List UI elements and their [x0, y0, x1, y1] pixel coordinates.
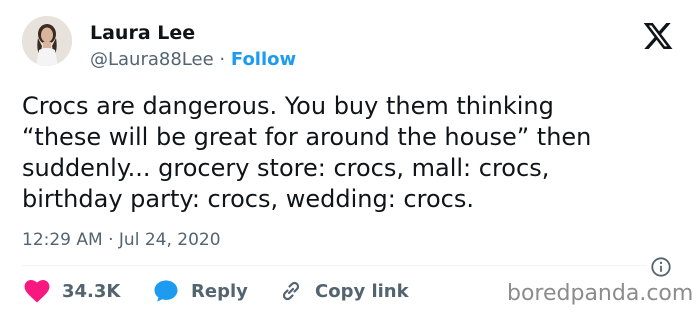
- heart-icon: [24, 279, 50, 303]
- author-meta: @Laura88Lee · Follow: [90, 48, 296, 72]
- like-count: 34.3K: [62, 280, 121, 302]
- reply-button[interactable]: Reply: [153, 277, 248, 305]
- info-icon[interactable]: [650, 256, 672, 278]
- x-logo-icon[interactable]: [641, 20, 675, 52]
- tweet-text: Crocs are dangerous. You buy them thinki…: [22, 92, 592, 213]
- reply-label: Reply: [191, 280, 248, 302]
- follow-button[interactable]: Follow: [231, 49, 296, 70]
- avatar[interactable]: [22, 16, 72, 66]
- author-handle[interactable]: @Laura88Lee: [90, 49, 214, 70]
- tweet-timestamp[interactable]: 12:29 AM · Jul 24, 2020: [22, 228, 221, 252]
- author-name[interactable]: Laura Lee: [90, 21, 195, 45]
- like-button[interactable]: 34.3K: [24, 277, 120, 305]
- watermark: boredpanda.com: [507, 281, 694, 306]
- copy-link-button[interactable]: Copy link: [279, 277, 409, 305]
- reply-bubble-icon: [153, 279, 179, 303]
- link-icon: [279, 279, 303, 303]
- separator: ·: [219, 49, 226, 70]
- divider: [22, 265, 647, 266]
- copy-link-label: Copy link: [315, 280, 409, 302]
- tweet-card: Laura Lee @Laura88Lee · Follow Crocs are…: [0, 0, 700, 318]
